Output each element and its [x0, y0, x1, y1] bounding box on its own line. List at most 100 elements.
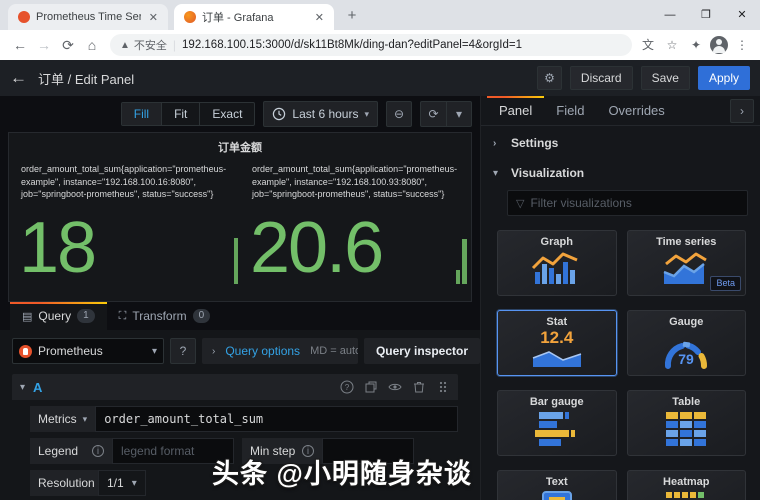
text-panel-icon — [541, 491, 572, 500]
query-inspector-button[interactable]: Query inspector — [363, 338, 480, 364]
browser-tab-grafana[interactable]: 订单 - Grafana ✕ — [174, 4, 334, 30]
datasource-picker[interactable]: Prometheus ▾ — [12, 338, 164, 364]
chevron-right-icon: › — [493, 137, 497, 149]
exact-option[interactable]: Exact — [200, 103, 254, 125]
tab-overrides[interactable]: Overrides — [596, 96, 676, 126]
tab-close-icon[interactable]: ✕ — [147, 11, 160, 24]
stat-panel-preview[interactable]: 订单金额 order_amount_total_sum{application=… — [8, 132, 472, 302]
time-range-label: Last 6 hours — [292, 107, 359, 121]
viz-card-label: Time series — [656, 236, 717, 248]
prometheus-logo-icon — [19, 344, 32, 358]
stat-preview-value: 12.4 — [540, 328, 574, 347]
browser-tab-prometheus[interactable]: Prometheus Time Series Colle ✕ — [8, 4, 168, 30]
viz-card-time-series[interactable]: Time series Beta — [626, 230, 746, 296]
menu-kebab-icon[interactable]: ⋮ — [732, 35, 752, 55]
filter-visualizations-input[interactable]: ▽ Filter visualizations — [507, 190, 748, 216]
eye-icon[interactable] — [388, 380, 402, 394]
close-button[interactable]: ✕ — [724, 0, 760, 30]
chevron-down-icon: ▾ — [82, 413, 88, 424]
settings-section-header[interactable]: › Settings — [481, 130, 760, 156]
metrics-label: Metrics — [38, 412, 77, 426]
minimize-button[interactable]: — — [652, 0, 688, 30]
stat-series-label: order_amount_total_sum{application="prom… — [252, 164, 458, 200]
metric-expression-input[interactable] — [95, 406, 458, 432]
home-icon[interactable]: ⌂ — [80, 33, 104, 57]
query-options-bar[interactable]: › Query options MD = auto = 503 Interval… — [202, 338, 358, 364]
stat-cell-1: order_amount_total_sum{application="prom… — [9, 155, 240, 295]
resolution-label-chip: Resolution — [30, 470, 98, 496]
apply-button[interactable]: Apply — [697, 66, 750, 90]
panel-toolbar: Fill Fit Exact Last 6 hours ▾ ⊖ ⟳ ▾ — [0, 100, 480, 128]
heatmap-icon — [666, 492, 705, 498]
stat-cell-2: order_amount_total_sum{application="prom… — [240, 155, 471, 295]
visualization-section-header[interactable]: ▾ Visualization — [481, 160, 760, 186]
fit-option[interactable]: Fit — [162, 103, 201, 125]
zoom-out-button[interactable]: ⊖ — [386, 101, 412, 127]
refresh-interval-chevron-icon[interactable]: ▾ — [446, 101, 472, 127]
tab-transform[interactable]: ⛶ Transform 0 — [107, 302, 223, 330]
address-bar[interactable]: ▲ 不安全 | 192.168.100.15:3000/d/sk11Bt8Mk/… — [110, 34, 632, 56]
extensions-icon[interactable]: ✦ — [686, 35, 706, 55]
back-icon[interactable]: ← — [8, 33, 32, 57]
bookmark-star-icon[interactable]: ☆ — [662, 35, 682, 55]
window-controls: — ❐ ✕ — [652, 0, 760, 30]
collapse-pane-button[interactable]: › — [730, 99, 754, 123]
chevron-down-icon: ▾ — [364, 108, 369, 119]
table-icon — [666, 412, 707, 446]
help-circle-icon[interactable]: ? — [340, 380, 354, 394]
filter-funnel-icon: ▽ — [516, 197, 525, 210]
sparkline-bar — [462, 239, 467, 284]
query-row-header[interactable]: ▾ A ? — [12, 374, 458, 400]
url-text: 192.168.100.15:3000/d/sk11Bt8Mk/ding-dan… — [182, 39, 522, 51]
options-tabs: Panel Field Overrides › — [481, 95, 760, 126]
stat-sparkline-icon — [532, 351, 581, 367]
panel-settings-gear-icon[interactable]: ⚙ — [537, 66, 562, 90]
datasource-help-button[interactable]: ? — [170, 338, 196, 364]
graph-icon — [531, 252, 578, 284]
stat-value: 18 — [19, 208, 97, 289]
duplicate-icon[interactable] — [364, 380, 378, 394]
viz-card-table[interactable]: Table — [626, 390, 746, 456]
viz-card-bar-gauge[interactable]: Bar gauge — [497, 390, 617, 456]
grafana-favicon-icon — [184, 11, 196, 23]
warning-icon: ▲ — [120, 39, 130, 51]
gauge-icon: 79 — [665, 341, 708, 369]
resolution-select[interactable]: 1/1 ▾ — [98, 470, 146, 496]
chevron-down-icon: ▾ — [131, 477, 137, 489]
edit-left-pane: Fill Fit Exact Last 6 hours ▾ ⊖ ⟳ ▾ 订单金额… — [0, 96, 480, 500]
new-tab-button[interactable]: + — [340, 4, 364, 28]
back-arrow-icon[interactable]: ← — [10, 68, 38, 88]
discard-button[interactable]: Discard — [569, 66, 633, 90]
viz-card-graph[interactable]: Graph — [497, 230, 617, 296]
chevron-down-icon: ▾ — [493, 167, 499, 179]
screen: Prometheus Time Series Colle ✕ 订单 - Graf… — [0, 0, 760, 500]
trash-icon[interactable] — [412, 380, 426, 394]
drag-handle-icon[interactable] — [436, 380, 450, 394]
time-series-icon — [663, 252, 708, 284]
resolution-value: 1/1 — [107, 476, 124, 490]
chevron-down-icon: ▾ — [151, 345, 157, 357]
tab-query[interactable]: ▤ Query 1 — [10, 302, 107, 330]
not-secure-label: 不安全 — [133, 40, 167, 52]
browser-tabstrip: Prometheus Time Series Colle ✕ 订单 - Graf… — [0, 0, 760, 30]
tab-field[interactable]: Field — [544, 96, 596, 126]
maximize-button[interactable]: ❐ — [688, 0, 724, 30]
tab-close-icon[interactable]: ✕ — [313, 11, 326, 24]
beta-badge: Beta — [710, 276, 741, 291]
viz-card-gauge[interactable]: Gauge 79 — [626, 310, 746, 376]
tab-panel[interactable]: Panel — [487, 95, 545, 126]
profile-avatar[interactable] — [710, 36, 728, 54]
fill-option[interactable]: Fill — [121, 103, 163, 125]
forward-icon[interactable]: → — [32, 33, 56, 57]
reload-icon[interactable]: ⟳ — [56, 33, 80, 57]
viz-card-stat[interactable]: Stat 12.4 — [497, 310, 617, 376]
prometheus-favicon-icon — [18, 11, 30, 23]
time-range-picker[interactable]: Last 6 hours ▾ — [263, 101, 378, 127]
visualization-label: Visualization — [511, 166, 585, 180]
editor-tabs: ▤ Query 1 ⛶ Transform 0 — [0, 302, 480, 330]
save-button[interactable]: Save — [640, 66, 690, 90]
metrics-dropdown[interactable]: Metrics ▾ — [30, 406, 96, 432]
translate-icon[interactable]: 文 — [638, 35, 658, 55]
refresh-icon[interactable]: ⟳ — [420, 101, 446, 127]
info-icon: i — [92, 445, 104, 457]
